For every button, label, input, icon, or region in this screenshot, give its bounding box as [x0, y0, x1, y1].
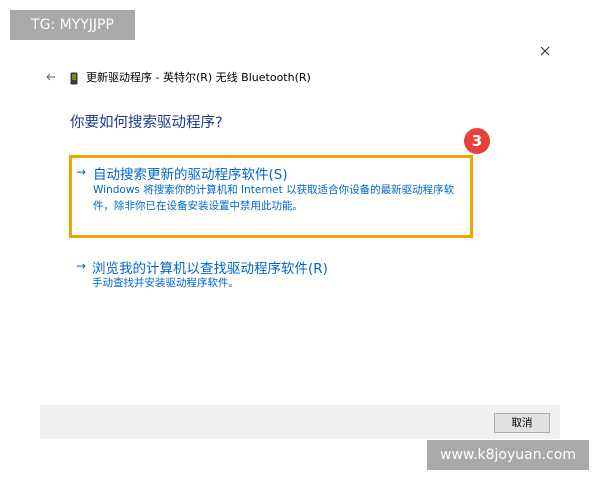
- option-browse-computer[interactable]: → 浏览我的计算机以查找驱动程序软件(R) 手动查找并安装驱动程序软件。: [72, 255, 472, 295]
- footer-bar: [40, 405, 560, 439]
- back-arrow-icon: [46, 73, 55, 81]
- arrow-right-icon: →: [76, 165, 87, 179]
- close-icon: [540, 46, 550, 56]
- bluetooth-device-icon: [70, 70, 78, 85]
- cancel-button[interactable]: 取消: [494, 413, 550, 433]
- option-auto-search-description: Windows 将搜索你的计算机和 Internet 以获取适合你设备的最新驱动…: [93, 184, 455, 212]
- option-browse-computer-title: 浏览我的计算机以查找驱动程序软件(R): [92, 261, 328, 277]
- option-auto-search[interactable]: → 自动搜索更新的驱动程序软件(S) Windows 将搜索你的计算机和 Int…: [69, 155, 473, 238]
- step-number-badge: 3: [464, 128, 490, 154]
- dialog-heading: 你要如何搜索驱动程序?: [70, 115, 223, 131]
- option-browse-computer-description: 手动查找并安装驱动程序软件。: [92, 277, 239, 289]
- option-auto-search-title: 自动搜索更新的驱动程序软件(S): [93, 167, 288, 183]
- watermark-top: TG: MYYJJPP: [10, 10, 135, 40]
- update-driver-dialog: TG: MYYJJPP 更新驱动程序 - 英特尔(R) 无线 Bluetooth…: [0, 0, 600, 480]
- arrow-right-icon: →: [76, 259, 87, 273]
- window-title: 更新驱动程序 - 英特尔(R) 无线 Bluetooth(R): [86, 71, 311, 84]
- close-button[interactable]: [535, 41, 555, 61]
- back-button[interactable]: [42, 68, 60, 86]
- watermark-bottom: www.k8joyuan.com: [427, 440, 589, 470]
